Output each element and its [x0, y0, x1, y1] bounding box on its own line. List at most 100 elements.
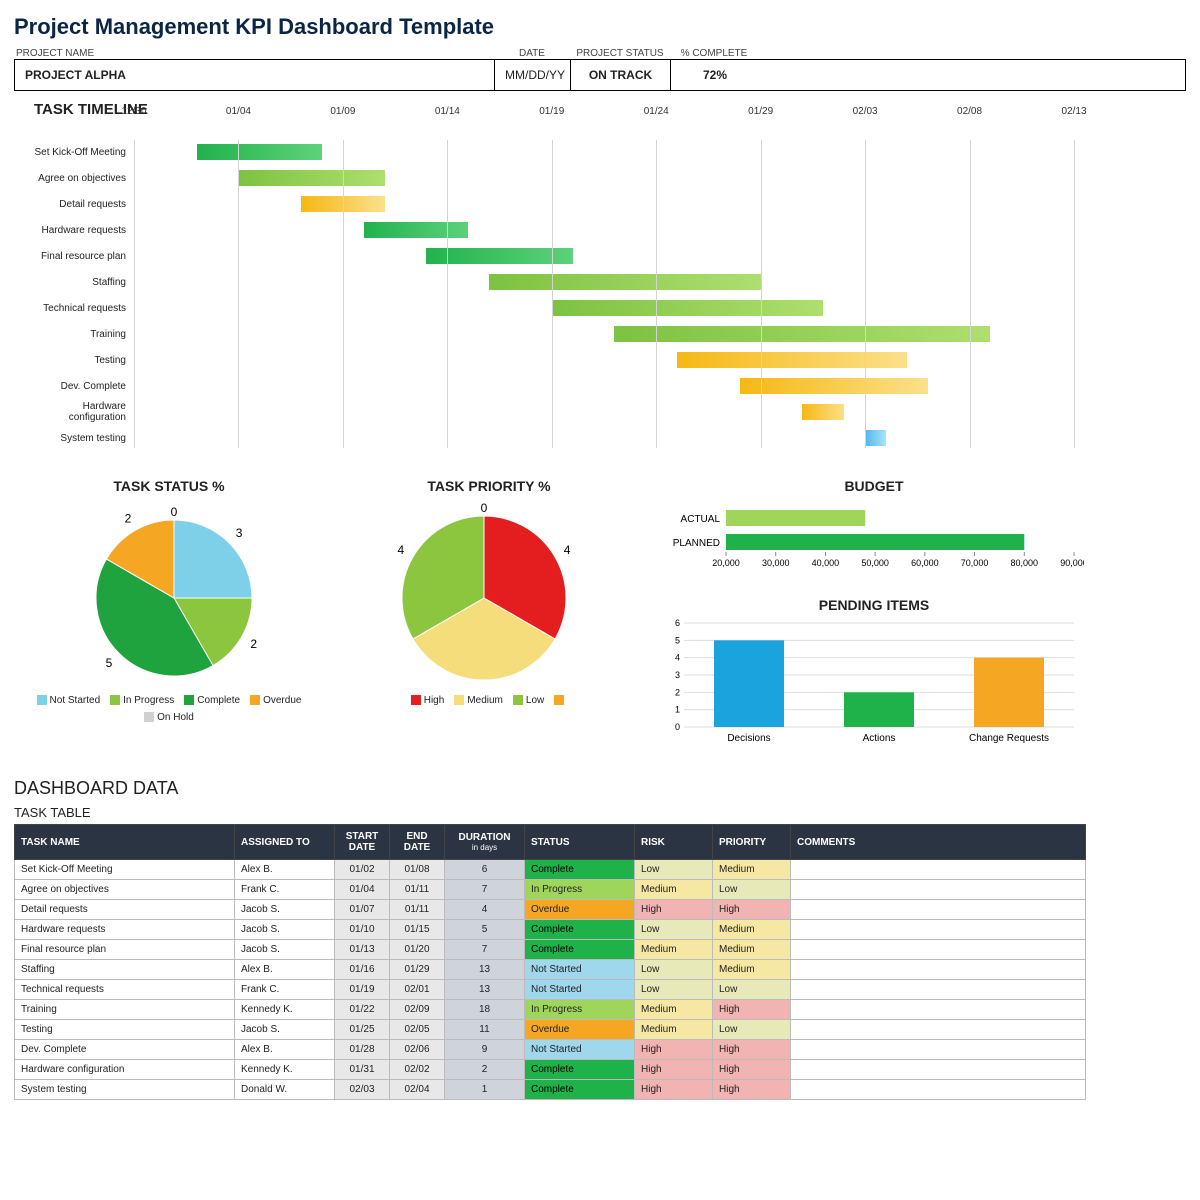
svg-text:3: 3 — [675, 670, 680, 680]
gantt-row-label: Hardware requests — [28, 225, 134, 236]
pie-label: 4 — [481, 687, 488, 688]
legend-item: On Hold — [144, 712, 194, 723]
gantt-chart: 12/3001/0401/0901/1401/1901/2401/2902/03… — [28, 122, 1088, 468]
svg-text:80,000: 80,000 — [1011, 558, 1039, 568]
task-table: TASK NAME ASSIGNED TO START DATE END DAT… — [14, 824, 1086, 1100]
table-row[interactable]: Set Kick-Off MeetingAlex B.01/0201/086Co… — [15, 860, 1086, 880]
info-header-row: PROJECT NAME DATE PROJECT STATUS % COMPL… — [14, 48, 1186, 59]
legend-item — [554, 695, 567, 706]
gantt-tick: 12/30 — [121, 106, 146, 117]
pie-label: 3 — [236, 526, 243, 540]
task-table-title: TASK TABLE — [14, 805, 1186, 820]
table-row[interactable]: Detail requestsJacob S.01/0701/114Overdu… — [15, 900, 1086, 920]
th-duration[interactable]: DURATIONin days — [445, 825, 525, 860]
th-status[interactable]: STATUS — [525, 825, 635, 860]
table-row[interactable]: Hardware requestsJacob S.01/1001/155Comp… — [15, 920, 1086, 940]
value-date[interactable]: MM/DD/YY — [495, 60, 571, 90]
panel-task-priority: TASK PRIORITY % 4440 HighMediumLow — [334, 476, 644, 760]
gantt-row-label: Set Kick-Off Meeting — [28, 147, 134, 158]
value-project-name[interactable]: PROJECT ALPHA — [15, 60, 495, 90]
svg-text:1: 1 — [675, 705, 680, 715]
panel-right: BUDGET ACTUALPLANNED20,00030,00040,00050… — [654, 476, 1094, 760]
table-row[interactable]: StaffingAlex B.01/1601/2913Not StartedLo… — [15, 960, 1086, 980]
label-status: PROJECT STATUS — [570, 48, 670, 59]
panel-pending-title: PENDING ITEMS — [654, 597, 1094, 613]
pending-bar — [844, 692, 914, 727]
svg-text:Change Requests: Change Requests — [969, 733, 1049, 744]
gantt-tick: 01/19 — [539, 106, 564, 117]
timeline-title: TASK TIMELINE — [34, 101, 1186, 118]
legend-item: Medium — [454, 695, 503, 706]
gantt-row-label: Final resource plan — [28, 251, 134, 262]
gantt-tick: 02/13 — [1061, 106, 1086, 117]
gantt-tick: 01/29 — [748, 106, 773, 117]
legend-item: Low — [513, 695, 544, 706]
budget-cat: ACTUAL — [681, 514, 721, 525]
svg-text:6: 6 — [675, 618, 680, 628]
th-end[interactable]: END DATE — [390, 825, 445, 860]
table-row[interactable]: Final resource planJacob S.01/1301/207Co… — [15, 940, 1086, 960]
gantt-row-label: Dev. Complete — [28, 381, 134, 392]
gantt-row-label: Detail requests — [28, 199, 134, 210]
table-row[interactable]: TrainingKennedy K.01/2202/0918In Progres… — [15, 1000, 1086, 1020]
th-risk[interactable]: RISK — [635, 825, 713, 860]
pie-label: 2 — [125, 511, 132, 525]
th-comments[interactable]: COMMENTS — [791, 825, 1086, 860]
dashboard-data-title: DASHBOARD DATA — [14, 778, 1186, 799]
gantt-tick: 01/24 — [644, 106, 669, 117]
gantt-row-label: Testing — [28, 355, 134, 366]
pie-status: 32520 — [14, 498, 314, 688]
th-priority[interactable]: PRIORITY — [713, 825, 791, 860]
legend-item: Not Started — [37, 695, 101, 706]
svg-text:Decisions: Decisions — [727, 733, 770, 744]
gantt-tick: 01/14 — [435, 106, 460, 117]
panel-task-priority-title: TASK PRIORITY % — [334, 478, 644, 494]
pending-bar — [714, 640, 784, 727]
pending-chart: 0123456DecisionsActionsChange Requests — [654, 617, 1084, 757]
info-value-row: PROJECT ALPHA MM/DD/YY ON TRACK 72% — [14, 59, 1186, 91]
gantt-row-label: Technical requests — [28, 303, 134, 314]
svg-text:70,000: 70,000 — [961, 558, 989, 568]
svg-text:2: 2 — [675, 687, 680, 697]
pie-label: 4 — [398, 543, 405, 557]
label-date: DATE — [494, 48, 570, 59]
gantt-row-label: Hardware configuration — [28, 401, 134, 423]
pie-label: 5 — [106, 656, 113, 670]
legend-item: In Progress — [110, 695, 174, 706]
svg-text:0: 0 — [481, 501, 488, 515]
table-row[interactable]: Dev. CompleteAlex B.01/2802/069Not Start… — [15, 1040, 1086, 1060]
gantt-row-label: Staffing — [28, 277, 134, 288]
svg-text:0: 0 — [675, 722, 680, 732]
value-pct: 72% — [671, 60, 759, 90]
th-assigned[interactable]: ASSIGNED TO — [235, 825, 335, 860]
svg-text:90,000: 90,000 — [1060, 558, 1084, 568]
svg-text:60,000: 60,000 — [911, 558, 939, 568]
panel-task-status: TASK STATUS % 32520 Not StartedIn Progre… — [14, 476, 324, 760]
table-row[interactable]: Agree on objectivesFrank C.01/0401/117In… — [15, 880, 1086, 900]
legend-item: Complete — [184, 695, 240, 706]
gantt-row-label: Agree on objectives — [28, 173, 134, 184]
budget-bar — [726, 534, 1024, 550]
table-row[interactable]: Technical requestsFrank C.01/1902/0113No… — [15, 980, 1086, 1000]
gantt-tick: 01/09 — [330, 106, 355, 117]
label-project-name: PROJECT NAME — [14, 48, 494, 59]
svg-text:30,000: 30,000 — [762, 558, 790, 568]
table-row[interactable]: System testingDonald W.02/0302/041Comple… — [15, 1080, 1086, 1100]
budget-chart: ACTUALPLANNED20,00030,00040,00050,00060,… — [654, 498, 1084, 578]
gantt-row-label: Training — [28, 329, 134, 340]
legend-item: High — [411, 695, 445, 706]
value-status: ON TRACK — [571, 60, 671, 90]
label-pct: % COMPLETE — [670, 48, 758, 59]
th-start[interactable]: START DATE — [335, 825, 390, 860]
table-row[interactable]: TestingJacob S.01/2502/0511OverdueMedium… — [15, 1020, 1086, 1040]
gantt-tick: 02/08 — [957, 106, 982, 117]
gantt-tick: 01/04 — [226, 106, 251, 117]
pie-priority: 4440 — [334, 498, 634, 688]
gantt-row-label: System testing — [28, 433, 134, 444]
svg-text:Actions: Actions — [863, 733, 896, 744]
panel-task-status-title: TASK STATUS % — [14, 478, 324, 494]
pie-label: 2 — [250, 637, 257, 651]
th-task[interactable]: TASK NAME — [15, 825, 235, 860]
table-row[interactable]: Hardware configurationKennedy K.01/3102/… — [15, 1060, 1086, 1080]
gantt-tick: 02/03 — [853, 106, 878, 117]
